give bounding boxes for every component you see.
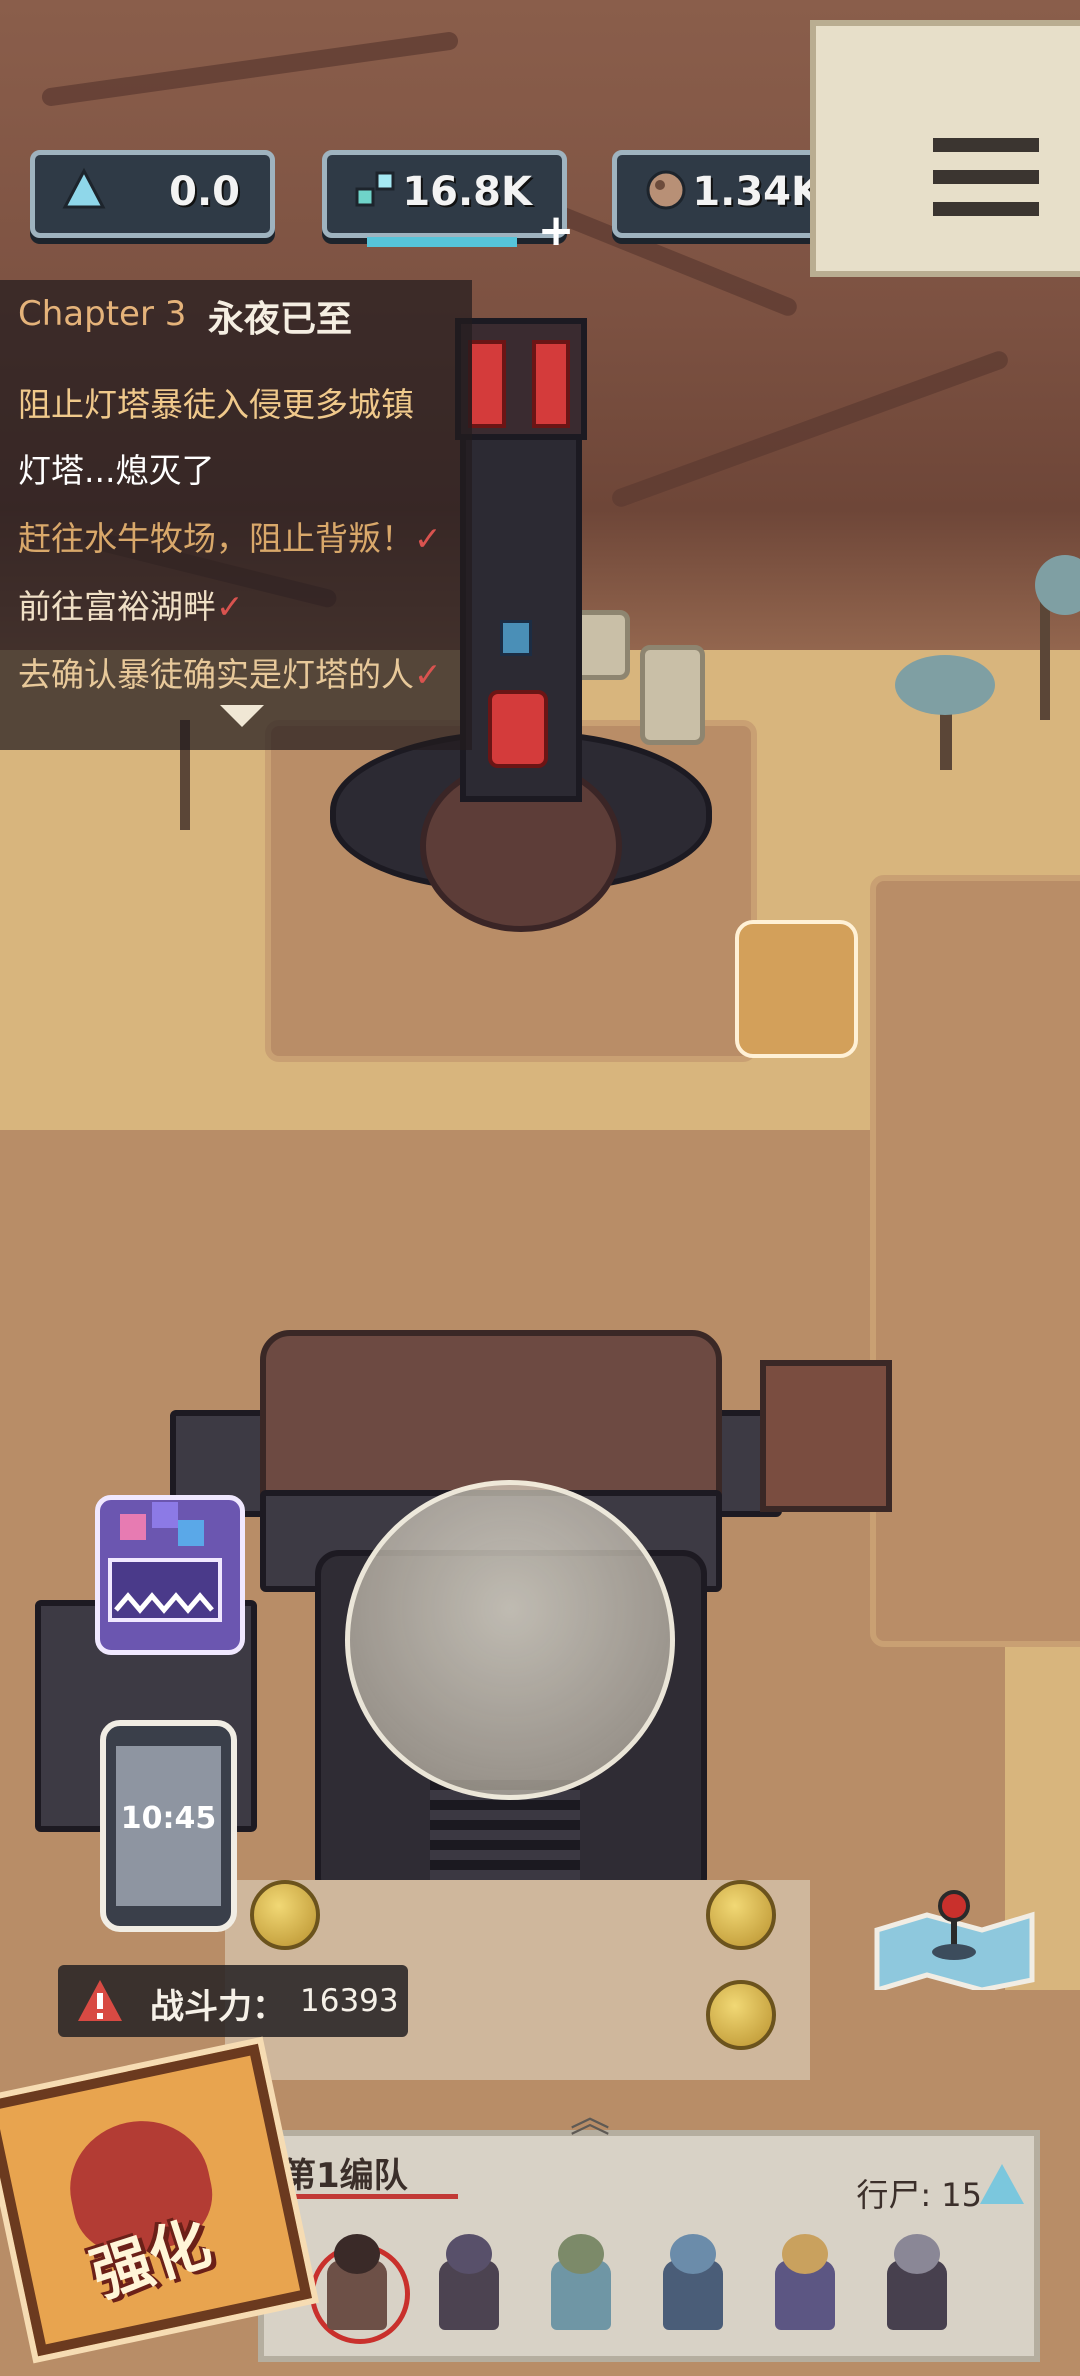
chapter-name: 永夜已至 — [208, 299, 353, 340]
triangle-icon — [980, 2164, 1024, 2204]
resource-triangle[interactable]: 0.0 — [30, 150, 275, 238]
quest-item[interactable]: 去确认暴徒确实是灯塔的人✓ — [18, 648, 442, 696]
unit-skull[interactable] — [872, 2230, 962, 2340]
combat-power-value: 16393 — [300, 1983, 399, 2019]
menu-icon — [933, 138, 1039, 152]
check-icon: ✓ — [216, 587, 244, 626]
chapter-label: Chapter 3 — [18, 294, 187, 334]
unit-head — [558, 2234, 604, 2274]
expand-up-chevron-icon[interactable]: ︽ — [570, 2085, 610, 2143]
ore-icon — [646, 170, 686, 210]
unit-head — [670, 2234, 716, 2274]
resource-value: 0.0 — [169, 169, 240, 215]
red-light — [532, 340, 570, 428]
add-gems-button[interactable]: + — [536, 209, 576, 253]
combat-power-label: 战斗力： — [150, 1987, 286, 2027]
red-core — [488, 690, 548, 768]
check-icon: ✓ — [414, 519, 442, 558]
quest-item[interactable]: 前往富裕湖畔✓ — [18, 580, 244, 628]
check-icon: ✓ — [414, 655, 442, 694]
unit-head — [446, 2234, 492, 2274]
squad-panel[interactable]: 第1编队 行尸: 15 — [258, 2130, 1040, 2362]
machine-top — [260, 1330, 722, 1502]
gold-orb[interactable] — [706, 1980, 776, 2050]
menu-icon — [933, 202, 1039, 216]
expand-chevron-icon[interactable] — [220, 705, 264, 727]
unit-bandit[interactable] — [760, 2230, 850, 2340]
gems-icon — [355, 171, 395, 207]
quest-item[interactable]: 阻止灯塔暴徒入侵更多城镇 — [18, 378, 414, 426]
ghost-monster-icon — [108, 1502, 222, 1622]
map-icon[interactable] — [872, 1890, 1037, 1990]
quest-text: 去确认暴徒确实是灯塔的人 — [18, 655, 414, 694]
unit-head — [334, 2234, 380, 2274]
combat-power-badge: 战斗力： 16393 — [58, 1965, 408, 2037]
quest-item[interactable]: 赶往水牛牧场，阻止背叛！✓ — [18, 512, 442, 560]
rock — [640, 645, 705, 745]
quest-text: 前往富裕湖畔 — [18, 587, 216, 626]
tree — [895, 655, 995, 715]
quest-text: 灯塔...熄灭了 — [18, 451, 215, 490]
glass-dome[interactable] — [345, 1480, 675, 1800]
triangle-icon — [62, 167, 106, 209]
unit-head — [894, 2234, 940, 2274]
phone-time: 10:45 — [120, 1801, 217, 1836]
unit-head — [782, 2234, 828, 2274]
zombie-count: 行尸: 15 — [856, 2176, 982, 2214]
blue-light — [500, 620, 532, 656]
phone-widget[interactable]: 10:45 — [100, 1720, 237, 1932]
red-light — [468, 340, 506, 428]
chat-badge-button[interactable] — [95, 1495, 245, 1655]
gold-orb[interactable] — [706, 1880, 776, 1950]
unit-axe-zombie[interactable] — [648, 2230, 738, 2340]
menu-button[interactable] — [810, 20, 1080, 277]
gems-progress-bar — [367, 237, 517, 247]
squad-title: 第1编队 — [282, 2156, 408, 2196]
unit-cat[interactable] — [424, 2230, 514, 2340]
resource-value: 16.8K — [402, 169, 532, 215]
dirt-road — [870, 875, 1080, 1647]
phone-screen: 10:45 — [116, 1746, 221, 1906]
quest-item[interactable]: 灯塔...熄灭了 — [18, 444, 214, 492]
storage-crate[interactable] — [760, 1360, 892, 1512]
quest-text: 阻止灯塔暴徒入侵更多城镇 — [18, 385, 414, 424]
unit-hedgehog[interactable] — [536, 2230, 626, 2340]
resource-gems[interactable]: 16.8K + — [322, 150, 574, 253]
golden-tree-sign[interactable] — [735, 920, 858, 1058]
squad-title-underline — [282, 2194, 458, 2199]
quest-panel[interactable]: Chapter 3 永夜已至 阻止灯塔暴徒入侵更多城镇 灯塔...熄灭了 赶往水… — [0, 280, 472, 750]
quest-text: 赶往水牛牧场，阻止背叛！ — [18, 519, 414, 558]
resource-value: 1.34K — [692, 169, 822, 215]
unit-reaper[interactable] — [310, 2230, 410, 2344]
menu-icon — [933, 170, 1039, 184]
tree-trunk — [1040, 600, 1050, 720]
warning-icon — [78, 1980, 122, 2021]
gold-orb[interactable] — [250, 1880, 320, 1950]
